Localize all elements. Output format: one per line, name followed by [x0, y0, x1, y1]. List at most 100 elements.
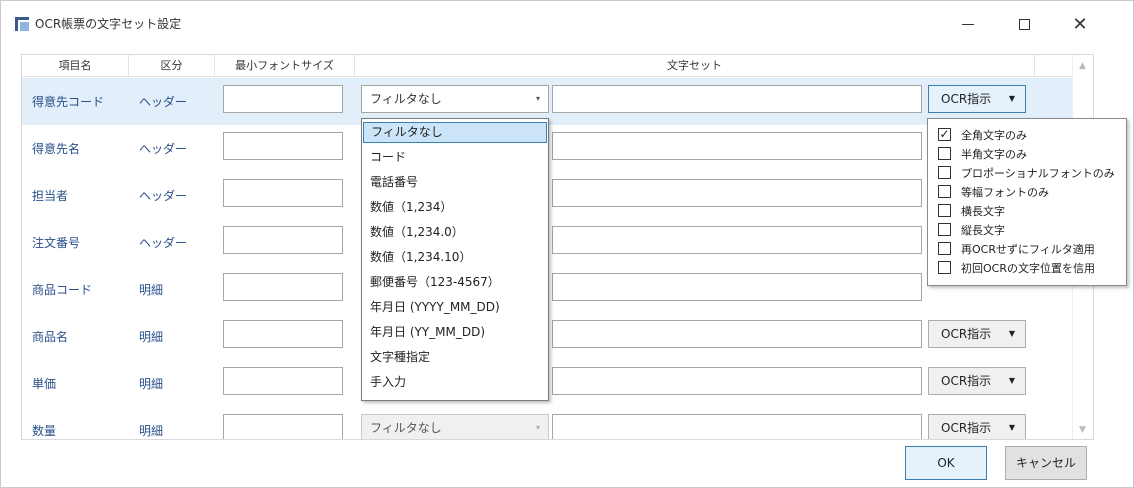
dropdown-option[interactable]: 電話番号	[363, 172, 547, 193]
item-name-cell: 担当者	[32, 189, 69, 203]
app-icon	[15, 17, 29, 31]
minimize-button[interactable]	[945, 9, 991, 39]
dropdown-option[interactable]: 数値（1,234.10）	[363, 247, 547, 268]
checkbox[interactable]	[938, 166, 951, 179]
dropdown-option[interactable]: 年月日 (YYYY_MM_DD)	[363, 297, 547, 318]
dialog-window: OCR帳票の文字セット設定 ✕ 項目名 区分 最小フォントサイズ 文字セット 得…	[0, 0, 1134, 488]
checkbox[interactable]	[938, 147, 951, 160]
ocr-option-label: 半角文字のみ	[961, 147, 1027, 161]
charset-input[interactable]	[552, 85, 922, 113]
min-font-size-input[interactable]	[223, 132, 343, 160]
charset-input[interactable]	[552, 273, 922, 301]
minimize-icon	[962, 23, 974, 25]
dropdown-option[interactable]: 数値（1,234）	[363, 197, 547, 218]
column-header-charset[interactable]: 文字セット	[355, 55, 1035, 77]
maximize-icon	[1018, 18, 1030, 30]
ocr-option-label: 縦長文字	[961, 223, 1005, 237]
ocr-option-label: 初回OCRの文字位置を信用	[961, 261, 1095, 275]
charset-input[interactable]	[552, 179, 922, 207]
ocr-option-item[interactable]: 等幅フォントのみ	[938, 183, 1049, 200]
ocr-option-label: 全角文字のみ	[961, 128, 1027, 142]
ocr-option-label: 等幅フォントのみ	[961, 185, 1049, 199]
ocr-instruction-button[interactable]: OCR指示 ▼	[928, 85, 1026, 113]
caret-down-icon: ▼	[1008, 376, 1015, 385]
grid-header: 項目名 区分 最小フォントサイズ 文字セット	[22, 55, 1072, 77]
item-name-cell: 得意先コード	[32, 95, 105, 109]
item-name-cell: 得意先名	[32, 142, 81, 156]
scroll-up-icon[interactable]: ▲	[1079, 61, 1086, 71]
kubun-cell: 明細	[139, 330, 164, 344]
caret-down-icon: ▼	[1008, 94, 1015, 103]
ocr-option-item[interactable]: 縦長文字	[938, 221, 1005, 238]
dropdown-option[interactable]: 文字種指定	[363, 347, 547, 368]
filter-dropdown-list: フィルタなし コード電話番号数値（1,234） 数値（1,234.0） 数値（1,23…	[361, 118, 549, 401]
ocr-option-item[interactable]: 再OCRせずにフィルタ適用	[938, 240, 1095, 257]
close-button[interactable]: ✕	[1057, 9, 1103, 39]
chevron-down-icon: ▾	[535, 423, 540, 432]
item-name-cell: 注文番号	[32, 236, 81, 250]
caret-down-icon: ▼	[1008, 329, 1015, 338]
kubun-cell: ヘッダー	[139, 142, 188, 156]
ocr-instruction-label: OCR指示	[941, 327, 992, 341]
ocr-option-item[interactable]: 横長文字	[938, 202, 1005, 219]
dropdown-option[interactable]: フィルタなし	[363, 122, 547, 143]
filter-select-value: フィルタなし	[370, 92, 442, 106]
ocr-instruction-button[interactable]: OCR指示 ▼	[928, 367, 1026, 395]
checkbox[interactable]	[938, 223, 951, 236]
caret-down-icon: ▼	[1008, 423, 1015, 432]
checkbox[interactable]: ✓	[938, 128, 951, 141]
min-font-size-input[interactable]	[223, 414, 343, 439]
filter-select-value: フィルタなし	[370, 421, 442, 435]
column-header-name[interactable]: 項目名	[22, 55, 129, 77]
min-font-size-input[interactable]	[223, 367, 343, 395]
ocr-option-item[interactable]: 初回OCRの文字位置を信用	[938, 259, 1095, 276]
column-header-kubun[interactable]: 区分	[129, 55, 215, 77]
min-font-size-input[interactable]	[223, 226, 343, 254]
dropdown-option[interactable]: コード	[363, 147, 547, 168]
kubun-cell: 明細	[139, 424, 164, 438]
ocr-option-item[interactable]: プロポーショナルフォントのみ	[938, 164, 1115, 181]
item-name-cell: 商品名	[32, 330, 69, 344]
charset-input[interactable]	[552, 367, 922, 395]
item-name-cell: 単価	[32, 377, 57, 391]
charset-input[interactable]	[552, 226, 922, 254]
charset-input[interactable]	[552, 132, 922, 160]
dropdown-option[interactable]: 年月日 (YY_MM_DD)	[363, 322, 547, 343]
checkbox[interactable]	[938, 204, 951, 217]
charset-input[interactable]	[552, 320, 922, 348]
ocr-instruction-label: OCR指示	[941, 374, 992, 388]
min-font-size-input[interactable]	[223, 320, 343, 348]
ok-button[interactable]: OK	[905, 446, 987, 480]
window-title: OCR帳票の文字セット設定	[35, 17, 182, 31]
dropdown-option[interactable]: 数値（1,234.0）	[363, 222, 547, 243]
checkbox[interactable]	[938, 261, 951, 274]
table-row[interactable]: 数量 明細 フィルタなし ▾ OCR指示 ▼	[22, 407, 1072, 439]
kubun-cell: ヘッダー	[139, 189, 188, 203]
scroll-down-icon[interactable]: ▼	[1079, 425, 1086, 435]
ocr-option-item[interactable]: ✓ 全角文字のみ	[938, 126, 1027, 143]
dropdown-option[interactable]: 郵便番号（123-4567）	[363, 272, 547, 293]
min-font-size-input[interactable]	[223, 179, 343, 207]
column-header-ocr	[1035, 55, 1072, 77]
ocr-options-popup: ✓ 全角文字のみ 半角文字のみプロポーショナルフォントのみ 等幅フォントのみ横長文字縦…	[927, 118, 1127, 286]
ocr-option-label: プロポーショナルフォントのみ	[961, 166, 1115, 180]
min-font-size-input[interactable]	[223, 85, 343, 113]
chevron-down-icon: ▾	[535, 94, 540, 103]
filter-select[interactable]: フィルタなし ▾	[361, 85, 549, 113]
column-header-fontsize[interactable]: 最小フォントサイズ	[215, 55, 355, 77]
charset-input[interactable]	[552, 414, 922, 439]
kubun-cell: 明細	[139, 283, 164, 297]
ocr-instruction-label: OCR指示	[941, 421, 992, 435]
ocr-option-item[interactable]: 半角文字のみ	[938, 145, 1027, 162]
min-font-size-input[interactable]	[223, 273, 343, 301]
ocr-instruction-button[interactable]: OCR指示 ▼	[928, 414, 1026, 439]
filter-select[interactable]: フィルタなし ▾	[361, 414, 549, 439]
cancel-button[interactable]: キャンセル	[1005, 446, 1087, 480]
ocr-instruction-button[interactable]: OCR指示 ▼	[928, 320, 1026, 348]
dropdown-option[interactable]: 手入力	[363, 372, 547, 393]
title-bar: OCR帳票の文字セット設定 ✕	[1, 1, 1134, 45]
checkbox[interactable]	[938, 242, 951, 255]
maximize-button[interactable]	[1001, 9, 1047, 39]
checkbox[interactable]	[938, 185, 951, 198]
ocr-instruction-label: OCR指示	[941, 92, 992, 106]
